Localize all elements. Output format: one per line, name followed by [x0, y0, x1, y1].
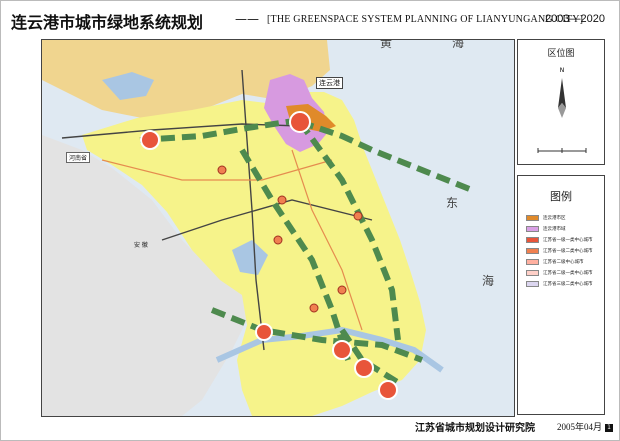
map-title-english: [THE GREENSPACE SYSTEM PLANNING OF LIANY…: [267, 14, 584, 25]
province-label-anhui: 安 徽: [134, 242, 148, 249]
legend-swatch: [526, 281, 539, 287]
sea-label-hai-2: 海: [482, 274, 495, 288]
legend-label: 江苏省二级一类中心城市: [543, 271, 593, 276]
legend-item: 江苏省二级中心城市: [526, 258, 584, 266]
location-panel: 区位图 N: [517, 39, 605, 165]
title-separator: ——: [235, 12, 259, 26]
legend-label: 江苏省二级中心城市: [543, 260, 584, 265]
planning-years: 2003—2020: [545, 13, 605, 25]
legend-label: 江苏省一级二类中心城市: [543, 249, 593, 254]
map-sheet: 连云港市城市绿地系统规划 —— [THE GREENSPACE SYSTEM P…: [0, 0, 620, 441]
legend-label: 江苏省一级一类中心城市: [543, 238, 593, 243]
sea-label-dong: 东: [446, 196, 459, 210]
legend-swatch: [526, 259, 539, 265]
legend-item: 江苏省三级二类中心城市: [526, 280, 593, 288]
sea-label-huang: 黄: [380, 39, 393, 50]
north-arrow-icon: N: [537, 67, 587, 153]
legend-item: 连云港市域: [526, 225, 566, 233]
title-bar: 连云港市城市绿地系统规划 —— [THE GREENSPACE SYSTEM P…: [11, 9, 605, 33]
legend-item: 江苏省一级一类中心城市: [526, 236, 593, 244]
map-title: 连云港市城市绿地系统规划: [11, 13, 204, 32]
legend-item: 江苏省二级一类中心城市: [526, 269, 593, 277]
legend-title: 图例: [550, 190, 572, 203]
legend-swatch: [526, 248, 539, 254]
legend-panel: 图例 连云港市区连云港市域江苏省一级一类中心城市 江苏省一级二类中心城市 江苏省二级…: [517, 175, 605, 415]
sea-label-hai-1: 海: [452, 39, 465, 50]
page-number: 1: [605, 424, 613, 432]
province-label-henan: 河南省: [66, 152, 91, 163]
footer-date: 2005年04月: [557, 422, 603, 432]
map-canvas[interactable]: 黄 海 东 海 连云港 河南省 安 徽: [41, 39, 515, 417]
legend-swatch: [526, 237, 539, 243]
legend-swatch: [526, 215, 539, 221]
side-panel: 区位图 N 图例 连云港市区连云港市域江苏省一级一类中心城市 江苏省一级二类中心城…: [517, 39, 605, 415]
footer-org: 江苏省城市规划设计研究院: [415, 423, 535, 434]
legend-label: 江苏省三级二类中心城市: [543, 282, 593, 287]
legend-label: 连云港市区: [543, 216, 566, 221]
legend-swatch: [526, 226, 539, 232]
legend-label: 连云港市域: [543, 227, 566, 232]
legend-item: 江苏省一级二类中心城市: [526, 247, 593, 255]
svg-text:N: N: [560, 67, 565, 74]
city-label-lianyungang: 连云港: [316, 77, 343, 89]
legend-item: 连云港市区: [526, 214, 566, 222]
legend-swatch: [526, 270, 539, 276]
